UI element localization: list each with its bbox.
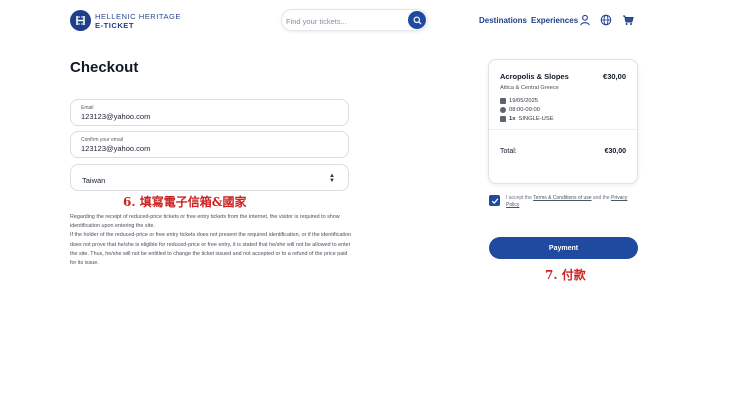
ticket-date: 19/05/2025	[509, 98, 539, 104]
notice-paragraph: Regarding the receipt of reduced-price t…	[70, 214, 340, 230]
ticket-name: Acropolis & Slopes	[500, 72, 569, 81]
ticket-price: €30,00	[603, 72, 626, 81]
email-value[interactable]: 123123@yahoo.com	[81, 112, 150, 121]
nav-experiences[interactable]: Experiences	[531, 16, 578, 25]
calendar-icon	[500, 98, 506, 104]
order-summary-card: Acropolis & Slopes €30,00 Attica & Centr…	[488, 59, 638, 184]
annotation-step6: 6. 填寫電子信箱&國家	[123, 195, 247, 209]
checkmark-icon	[491, 197, 498, 204]
globe-icon[interactable]	[600, 14, 612, 26]
logo-line2: E-TICKET	[95, 20, 135, 30]
logo-icon	[70, 10, 91, 31]
search-icon	[412, 15, 422, 25]
terms-checkbox[interactable]	[489, 195, 500, 206]
select-arrows-icon: ▲ ▼	[329, 173, 335, 184]
page-title: Checkout	[70, 59, 139, 76]
quantity-row: 1x SINGLE-USE	[500, 116, 554, 122]
country-value: Taiwan	[82, 176, 106, 185]
notice-paragraph: If the holder of the reduced-price or fr…	[70, 232, 352, 267]
ticket-icon	[500, 116, 506, 122]
terms-link[interactable]: Terms & Conditions of use	[533, 195, 591, 201]
logo-text: HELLENIC HERITAGE E-TICKET	[95, 12, 181, 30]
country-select[interactable]: Taiwan ▲ ▼	[70, 164, 349, 191]
total-value: €30,00	[604, 148, 626, 155]
logo-line1: HELLENIC HERITAGE	[95, 11, 182, 21]
date-row: 19/05/2025	[500, 98, 538, 104]
annotation-step7: 7. 付款	[545, 268, 586, 282]
divider	[489, 129, 637, 130]
terms-prefix: I accept the	[506, 195, 532, 201]
search-input[interactable]	[286, 14, 406, 28]
search-button[interactable]	[408, 11, 426, 29]
clock-icon	[500, 107, 506, 113]
email-label: Email	[81, 105, 94, 111]
nav-destinations[interactable]: Destinations	[479, 16, 527, 25]
site-logo[interactable]: HELLENIC HERITAGE E-TICKET	[70, 10, 181, 31]
search-bar	[281, 9, 428, 31]
ticket-qty: 1x	[509, 116, 516, 122]
ticket-region: Attica & Central Greece	[500, 85, 559, 91]
user-icon[interactable]	[579, 14, 591, 26]
terms-mid: and the	[592, 195, 610, 201]
terms-text: I accept the Terms & Conditions of use a…	[506, 195, 638, 209]
total-label: Total:	[500, 148, 517, 155]
ticket-type: SINGLE-USE	[518, 116, 554, 122]
cart-icon[interactable]	[622, 14, 634, 26]
ticket-time: 08:00-09:00	[509, 107, 540, 113]
email-field[interactable]: Email 123123@yahoo.com	[70, 99, 349, 126]
id-notice: Regarding the receipt of reduced-price t…	[70, 213, 353, 268]
payment-button[interactable]: Payment	[489, 237, 638, 259]
confirm-email-field[interactable]: Confirm your email 123123@yahoo.com	[70, 131, 349, 158]
time-row: 08:00-09:00	[500, 107, 540, 113]
confirm-email-label: Confirm your email	[81, 137, 123, 143]
confirm-email-value[interactable]: 123123@yahoo.com	[81, 144, 150, 153]
